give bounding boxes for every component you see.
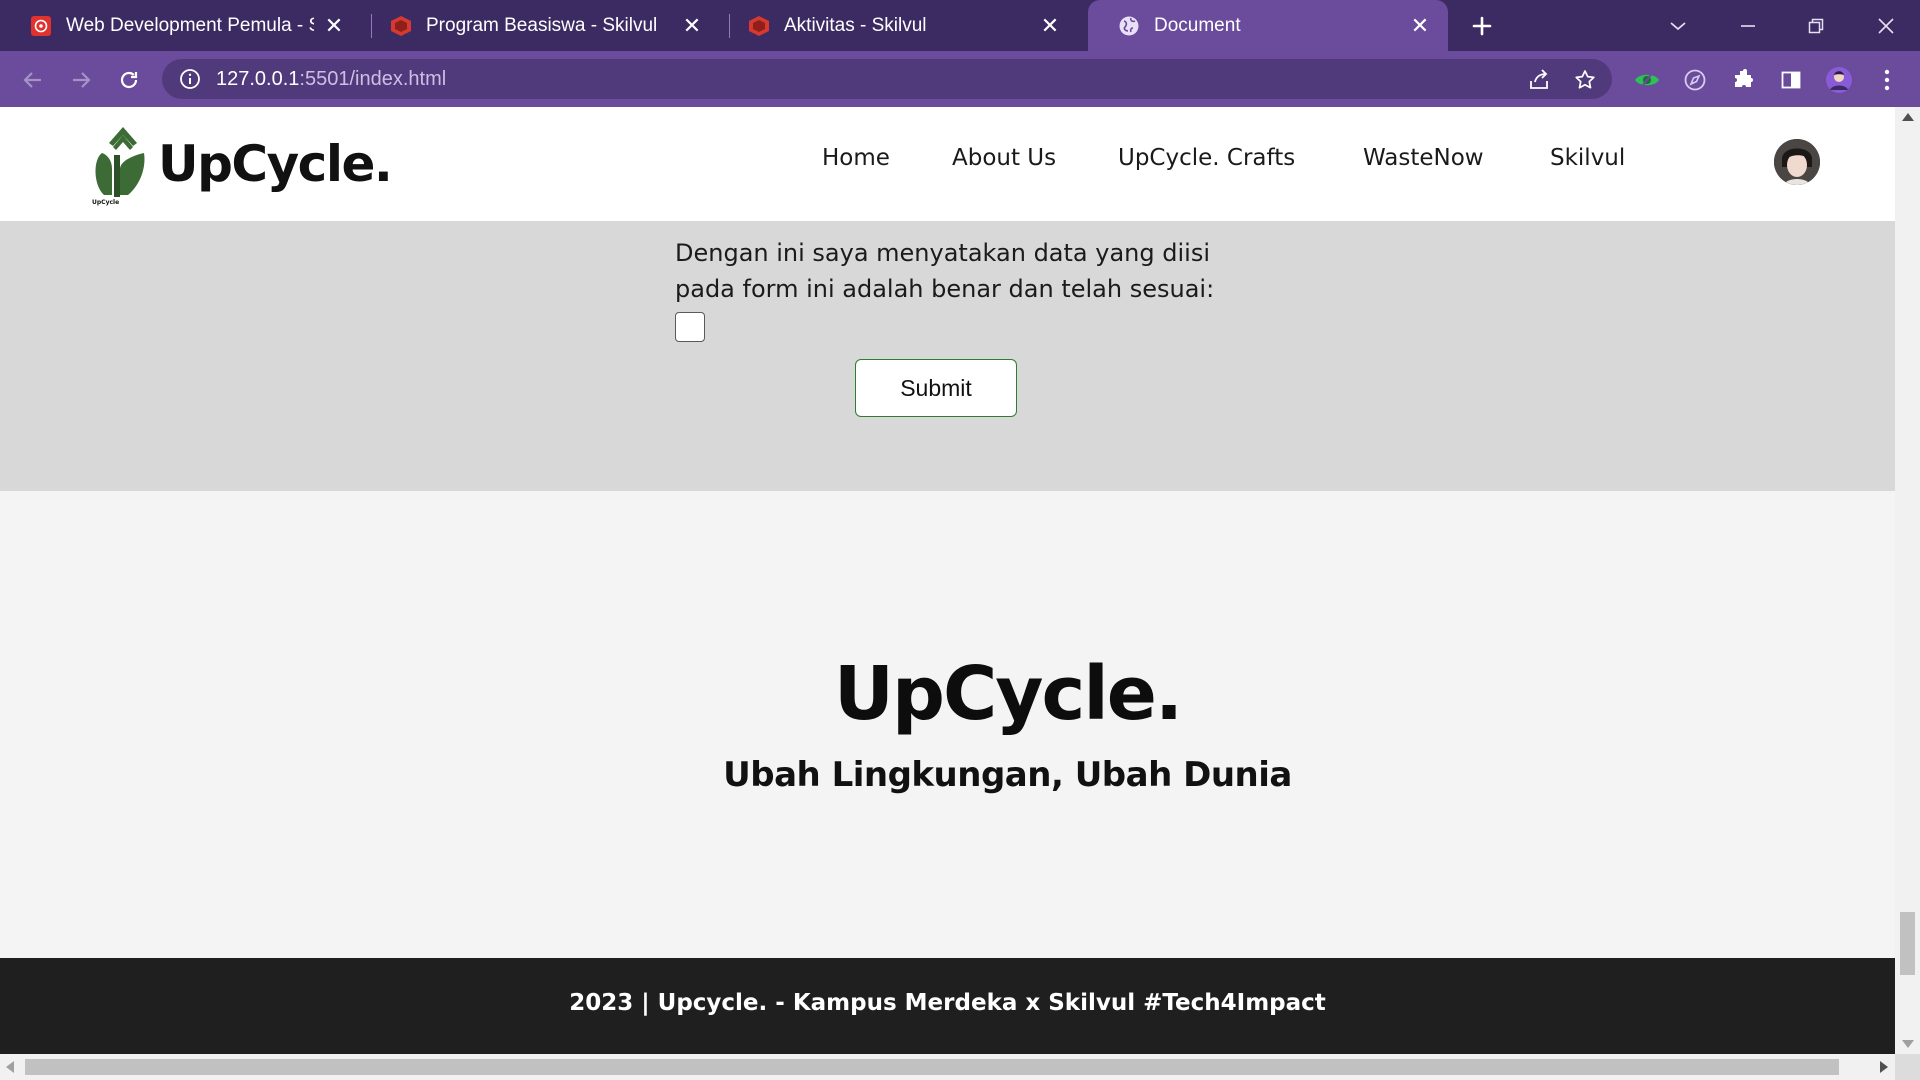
restore-button[interactable] xyxy=(1786,0,1846,51)
forward-arrow-icon[interactable] xyxy=(66,65,96,95)
url-text: 127.0.0.1:5501/index.html xyxy=(216,67,447,90)
close-tab-icon[interactable]: ✕ xyxy=(1408,13,1432,38)
close-tab-icon[interactable]: ✕ xyxy=(1038,13,1062,38)
vertical-scrollbar[interactable] xyxy=(1895,107,1920,1054)
close-tab-icon[interactable]: ✕ xyxy=(680,13,704,38)
horizontal-scroll-thumb[interactable] xyxy=(25,1059,1839,1075)
site-footer: 2023 | Upcycle. - Kampus Merdeka x Skilv… xyxy=(0,958,1895,1054)
bookmark-star-icon[interactable] xyxy=(1572,67,1598,93)
declaration-checkbox[interactable] xyxy=(675,312,705,342)
site-header: UpCycle UpCycle. Home About Us UpCycle. … xyxy=(0,107,1895,221)
nav-upcycle-crafts[interactable]: UpCycle. Crafts xyxy=(1118,145,1295,171)
form-section: Dengan ini saya menyatakan data yang dii… xyxy=(0,221,1895,491)
page-viewport: UpCycle UpCycle. Home About Us UpCycle. … xyxy=(0,107,1895,1054)
nav-about-us[interactable]: About Us xyxy=(952,145,1056,171)
tab-search-chevron-icon[interactable] xyxy=(1648,0,1708,51)
tab-title: Document xyxy=(1154,14,1241,36)
horizontal-scrollbar[interactable] xyxy=(0,1054,1920,1080)
svg-text:UpCycle: UpCycle xyxy=(92,199,119,206)
close-window-button[interactable] xyxy=(1856,0,1916,51)
vertical-scroll-thumb[interactable] xyxy=(1900,912,1915,975)
skilvul-icon xyxy=(748,15,770,37)
new-tab-button[interactable] xyxy=(1466,10,1498,42)
tab-title: Program Beasiswa - Skilvul xyxy=(426,14,658,36)
scrollbar-corner xyxy=(1895,1054,1920,1080)
address-bar[interactable]: 127.0.0.1:5501/index.html xyxy=(162,59,1612,99)
kampus-merdeka-icon xyxy=(30,15,52,37)
browser-menu-icon[interactable] xyxy=(1872,65,1902,95)
tab-title: Aktivitas - Skilvul xyxy=(784,14,927,36)
site-info-icon[interactable] xyxy=(178,67,202,91)
tab-aktivitas[interactable]: Aktivitas - Skilvul ✕ xyxy=(718,0,1078,51)
tab-document[interactable]: Document ✕ xyxy=(1088,0,1448,51)
side-panel-icon[interactable] xyxy=(1776,65,1806,95)
upcycle-logo[interactable]: UpCycle xyxy=(90,125,146,207)
hero-title: UpCycle. xyxy=(833,651,1183,737)
extensions-puzzle-icon[interactable] xyxy=(1728,65,1758,95)
brand-name[interactable]: UpCycle. xyxy=(158,135,393,193)
back-arrow-icon[interactable] xyxy=(18,65,48,95)
hero-subtitle: Ubah Lingkungan, Ubah Dunia xyxy=(723,755,1292,795)
browser-tab-bar: Web Development Pemula - Spesialisasi ✕ … xyxy=(0,0,1920,51)
share-icon[interactable] xyxy=(1526,67,1552,93)
scroll-left-arrow-icon[interactable] xyxy=(6,1061,14,1073)
footer-text: 2023 | Upcycle. - Kampus Merdeka x Skilv… xyxy=(569,990,1326,1016)
scroll-up-arrow-icon[interactable] xyxy=(1902,113,1914,121)
extension-eye-icon[interactable] xyxy=(1632,65,1662,95)
browser-toolbar: 127.0.0.1:5501/index.html xyxy=(0,51,1920,107)
globe-icon xyxy=(1118,15,1140,37)
tab-web-development[interactable]: Web Development Pemula - Spesialisasi ✕ xyxy=(0,0,362,51)
scroll-right-arrow-icon[interactable] xyxy=(1880,1061,1888,1073)
profile-avatar-icon[interactable] xyxy=(1824,65,1854,95)
hero-section: UpCycle. Ubah Lingkungan, Ubah Dunia xyxy=(0,491,1895,958)
close-tab-icon[interactable]: ✕ xyxy=(322,13,346,38)
nav-wastenow[interactable]: WasteNow xyxy=(1363,145,1484,171)
skilvul-icon xyxy=(390,15,412,37)
tab-program-beasiswa[interactable]: Program Beasiswa - Skilvul ✕ xyxy=(360,0,720,51)
declaration-label: Dengan ini saya menyatakan data yang dii… xyxy=(675,239,1215,303)
submit-button[interactable]: Submit xyxy=(855,359,1017,417)
tab-title: Web Development Pemula - Spesialisasi xyxy=(66,14,314,36)
extension-compass-icon[interactable] xyxy=(1680,65,1710,95)
scroll-down-arrow-icon[interactable] xyxy=(1902,1040,1914,1048)
user-avatar[interactable] xyxy=(1774,139,1820,185)
reload-icon[interactable] xyxy=(114,65,144,95)
minimize-button[interactable] xyxy=(1718,0,1778,51)
nav-home[interactable]: Home xyxy=(822,145,890,171)
nav-skilvul[interactable]: Skilvul xyxy=(1550,145,1625,171)
